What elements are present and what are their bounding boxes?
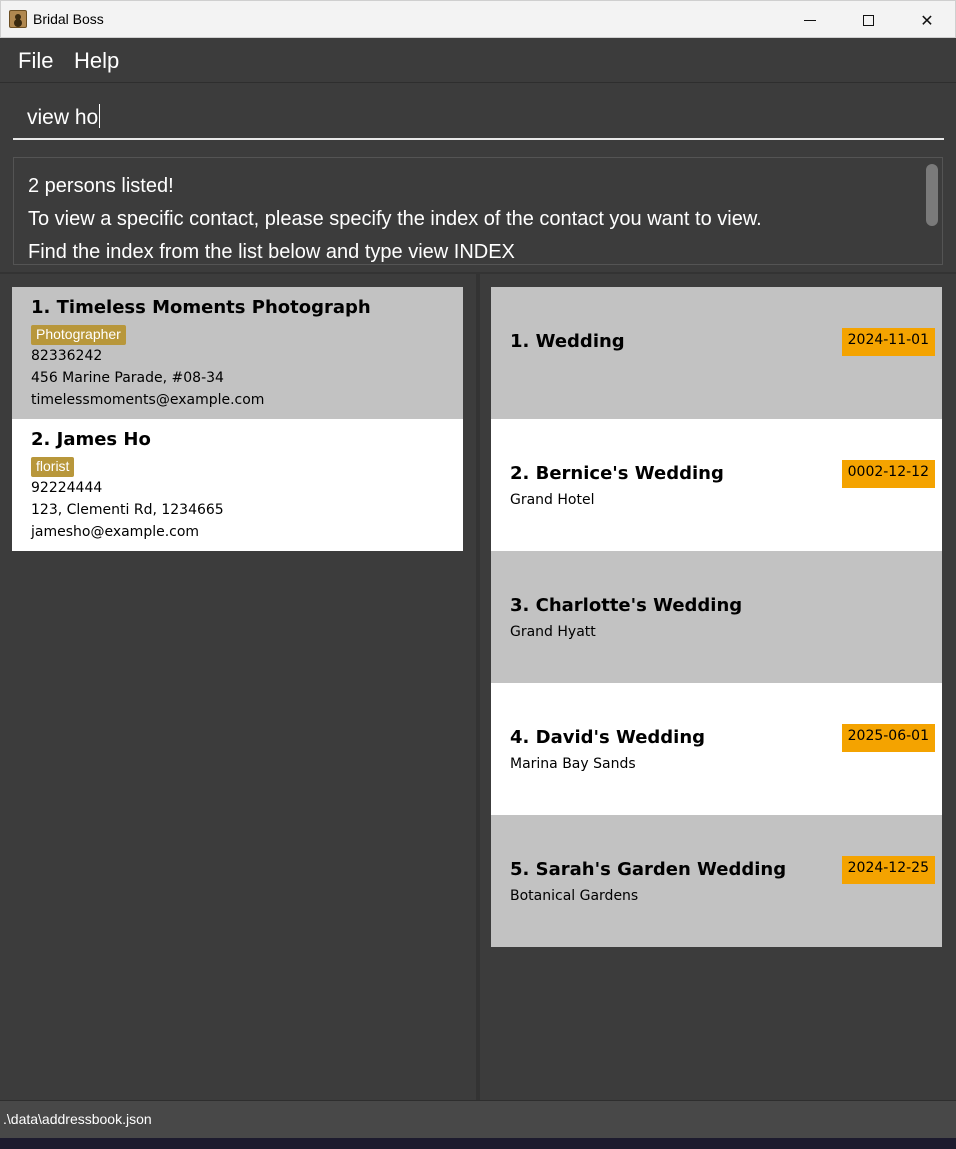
text-caret [99,104,101,128]
wedding-card[interactable]: 4. David's Wedding Marina Bay Sands 2025… [491,683,942,815]
command-area: view ho [0,84,956,148]
wedding-venue: Botanical Gardens [510,888,639,904]
wedding-title: 1. Wedding [510,331,625,352]
minimize-button[interactable] [781,1,839,39]
person-address: 456 Marine Parade, #08-34 [31,370,224,386]
command-input[interactable] [13,92,944,140]
maximize-icon [862,14,874,26]
result-line: To view a specific contact, please speci… [28,208,762,230]
person-tag: florist [31,457,75,477]
result-display[interactable]: 2 persons listed! To view a specific con… [13,157,943,265]
status-bar: .\data\addressbook.json [0,1100,956,1138]
wedding-date-badge: 2024-12-25 [841,856,935,884]
wedding-title: 3. Charlotte's Wedding [510,595,743,616]
result-line: 2 persons listed! [28,175,174,197]
taskbar-strip [0,1138,956,1149]
wedding-venue: Marina Bay Sands [510,756,636,772]
result-scrollbar[interactable] [926,164,938,226]
wedding-venue: Grand Hotel [510,492,595,508]
menu-file[interactable]: File [18,48,53,74]
wedding-date-badge: 2024-11-01 [841,328,935,356]
close-icon: ✕ [920,10,934,30]
person-address: 123, Clementi Rd, 1234665 [31,502,224,518]
wedding-card[interactable]: 3. Charlotte's Wedding Grand Hyatt [491,551,942,683]
command-text[interactable]: view ho [27,104,101,130]
result-line: Find the index from the list below and t… [28,241,515,263]
person-phone: 92224444 [31,480,103,496]
app-icon [9,10,27,28]
wedding-card[interactable]: 1. Wedding 2024-11-01 [491,287,942,419]
title-bar: Bridal Boss ✕ [0,0,956,38]
person-phone: 82336242 [31,348,103,364]
wedding-date-badge: 0002-12-12 [841,460,935,488]
window-title: Bridal Boss [33,11,104,27]
person-email: timelessmoments@example.com [31,392,265,408]
wedding-date-badge: 2025-06-01 [841,724,935,752]
person-tag: Photographer [31,325,126,345]
wedding-venue: Grand Hyatt [510,624,596,640]
person-card[interactable]: 1. Timeless Moments Photograph Photograp… [12,287,463,419]
person-email: jamesho@example.com [31,524,200,540]
wedding-card[interactable]: 2. Bernice's Wedding Grand Hotel 0002-12… [491,419,942,551]
person-name: 1. Timeless Moments Photograph [31,297,371,318]
wedding-title: 2. Bernice's Wedding [510,463,724,484]
menu-bar: File Help [0,38,956,83]
person-name: 2. James Ho [31,429,151,450]
person-card[interactable]: 2. James Ho florist 92224444 123, Clemen… [12,419,463,551]
command-value: view ho [27,106,99,129]
wedding-title: 5. Sarah's Garden Wedding [510,859,787,880]
menu-help[interactable]: Help [74,48,119,74]
close-button[interactable]: ✕ [898,1,956,39]
minimize-icon [804,19,816,21]
wedding-card[interactable]: 5. Sarah's Garden Wedding Botanical Gard… [491,815,942,947]
save-location: .\data\addressbook.json [3,1111,152,1127]
maximize-button[interactable] [839,1,897,39]
wedding-title: 4. David's Wedding [510,727,706,748]
